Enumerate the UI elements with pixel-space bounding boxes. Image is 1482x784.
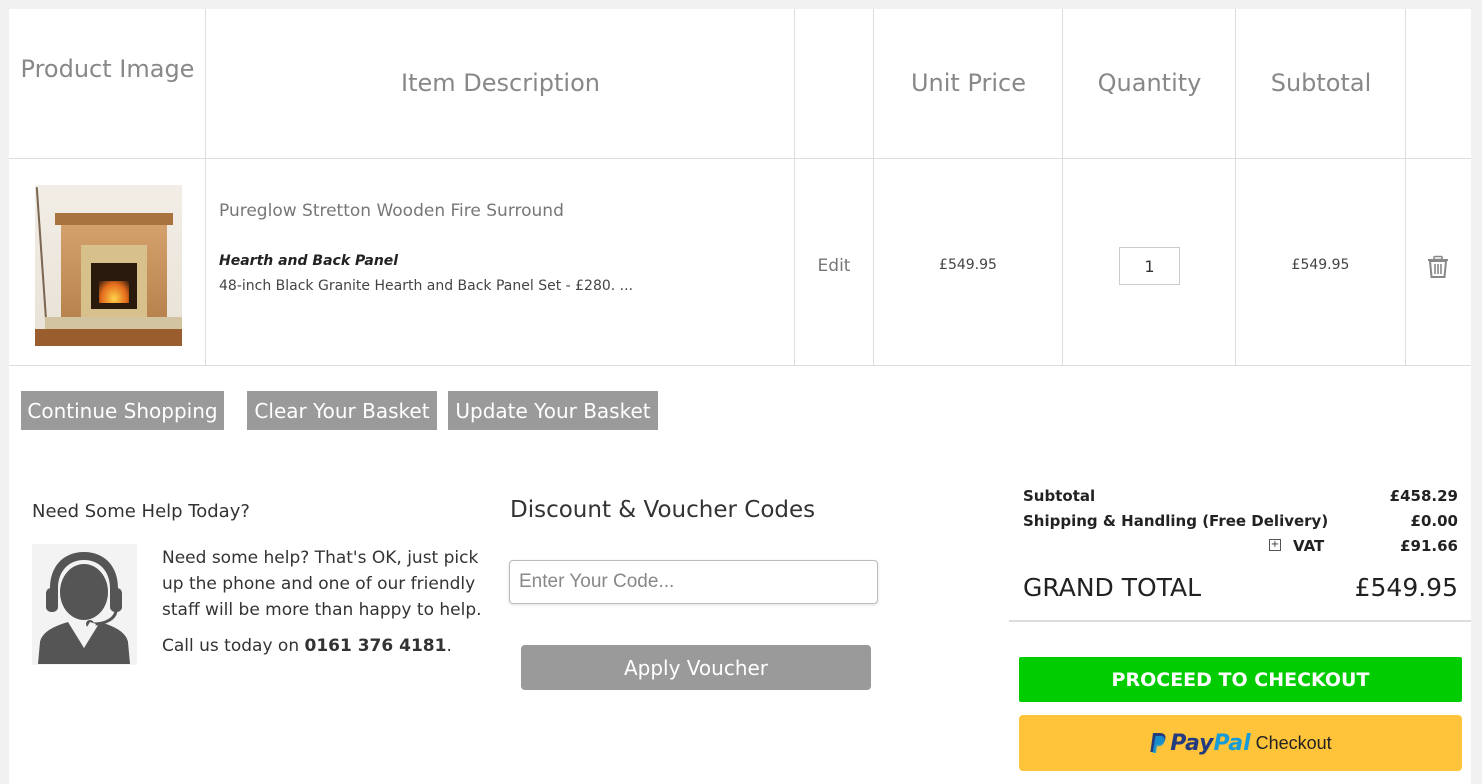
header-unit-price: Unit Price [910, 69, 1027, 97]
vat-label: VAT [1293, 537, 1325, 555]
subtotal-label: Subtotal [1023, 487, 1096, 505]
paypal-pay-text: Pay [1170, 730, 1214, 756]
vat-expand-icon[interactable]: + [1269, 539, 1281, 551]
vat-value: £91.66 [1400, 537, 1458, 555]
line-subtotal: £549.95 [1291, 257, 1350, 273]
apply-voucher-button[interactable]: Apply Voucher [521, 645, 871, 690]
header-quantity: Quantity [1097, 69, 1202, 97]
product-name[interactable]: Pureglow Stretton Wooden Fire Surround [219, 201, 564, 221]
option-title: Hearth and Back Panel [219, 253, 399, 269]
grand-total-label: GRAND TOTAL [1023, 573, 1202, 602]
unit-price: £549.95 [939, 257, 997, 273]
paypal-checkout-text: Checkout [1255, 732, 1332, 753]
subtotal-value: £458.29 [1389, 487, 1458, 505]
quantity-input[interactable] [1119, 247, 1180, 285]
shipping-value: £0.00 [1410, 512, 1458, 530]
edit-link[interactable]: Edit [795, 256, 873, 276]
paypal-checkout-button[interactable]: Pay Pal Checkout [1019, 715, 1462, 771]
header-product-image: Product Image [20, 55, 195, 83]
col-quantity [1063, 9, 1236, 366]
header-item-description: Item Description [401, 69, 600, 97]
clear-basket-button[interactable]: Clear Your Basket [247, 391, 437, 430]
header-subtotal: Subtotal [1270, 69, 1372, 97]
help-text: Need some help? That's OK, just pick up … [162, 548, 482, 620]
col-unit-price [874, 9, 1063, 366]
update-basket-button[interactable]: Update Your Basket [448, 391, 658, 430]
col-edit [795, 9, 874, 366]
support-agent-icon [32, 544, 137, 665]
voucher-code-input[interactable] [509, 560, 878, 604]
totals-divider [1009, 620, 1471, 622]
help-title: Need Some Help Today? [32, 501, 250, 522]
paypal-p-icon [1150, 733, 1166, 753]
help-call-suffix: . [446, 636, 452, 656]
product-image-mantel [55, 213, 173, 225]
trash-icon[interactable] [1427, 255, 1449, 279]
header-divider [9, 158, 1471, 159]
product-image-flame [99, 281, 129, 303]
help-call-prefix: Call us today on [162, 636, 305, 656]
paypal-logo: Pay Pal [1149, 730, 1251, 756]
shipping-label: Shipping & Handling (Free Delivery) [1023, 512, 1329, 530]
col-item-description [206, 9, 795, 366]
product-image-floor [35, 329, 182, 346]
option-value: 48-inch Black Granite Hearth and Back Pa… [219, 278, 634, 294]
proceed-to-checkout-button[interactable]: PROCEED TO CHECKOUT [1019, 657, 1462, 702]
col-subtotal [1236, 9, 1406, 366]
product-image-hearth [45, 317, 182, 329]
discount-title: Discount & Voucher Codes [510, 497, 816, 523]
help-call: Call us today on 0161 376 4181. [162, 636, 452, 656]
grand-total-value: £549.95 [1354, 573, 1458, 602]
continue-shopping-button[interactable]: Continue Shopping [21, 391, 224, 430]
product-image[interactable] [35, 185, 182, 346]
help-phone[interactable]: 0161 376 4181 [305, 636, 447, 656]
cart-table: Product Image Item Description Unit Pric… [9, 9, 1471, 366]
paypal-pal-text: Pal [1213, 730, 1251, 756]
basket-page: Product Image Item Description Unit Pric… [9, 9, 1471, 784]
